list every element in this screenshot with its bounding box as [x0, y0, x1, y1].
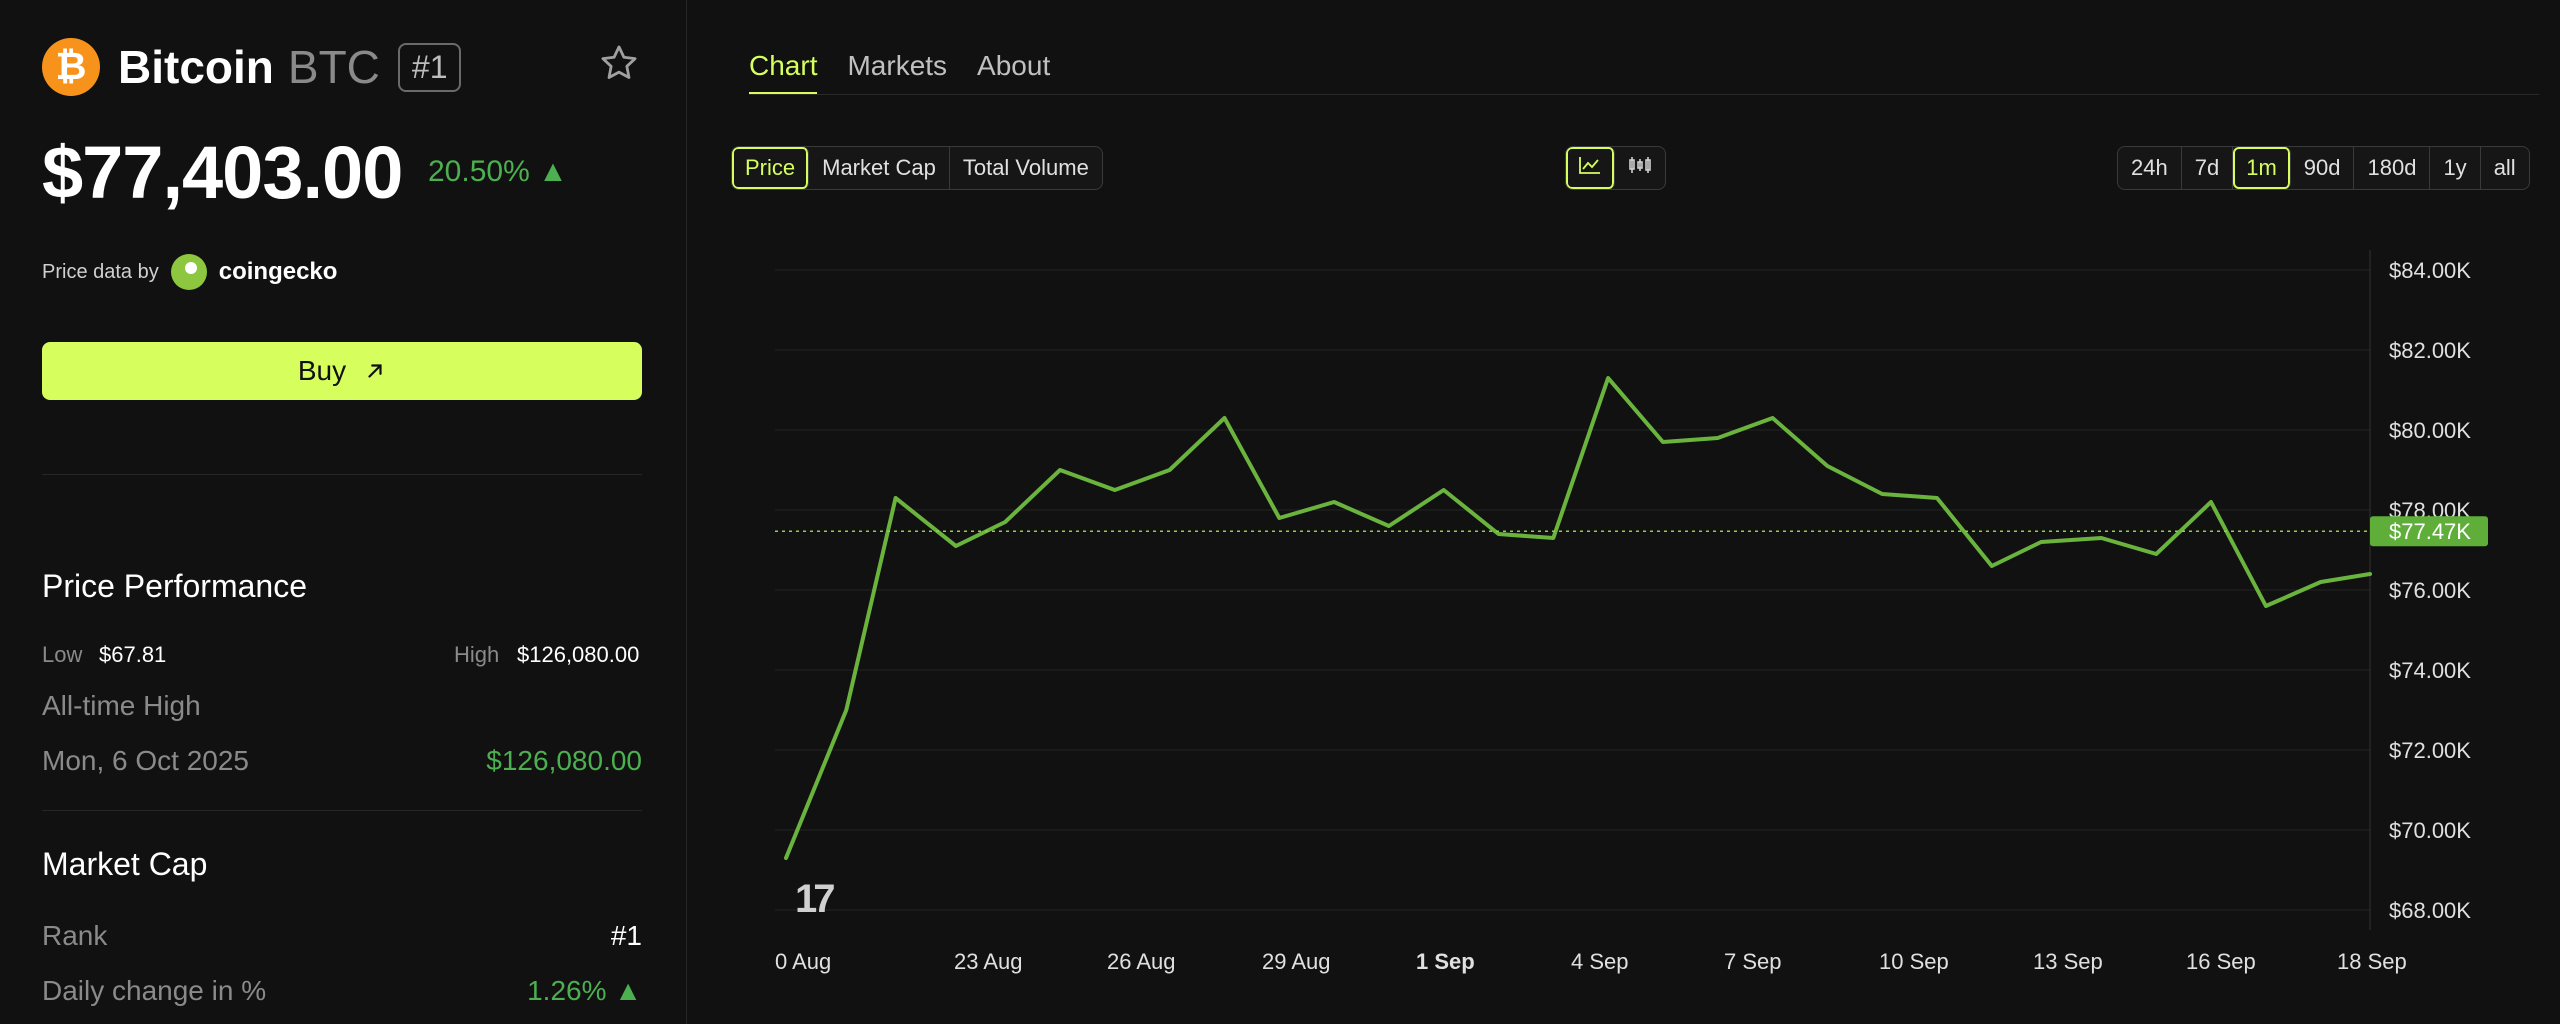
x-axis-tick-label: 29 Aug — [1262, 949, 1331, 974]
ath-value: $126,080.00 — [486, 745, 642, 776]
x-axis-tick-label: 23 Aug — [954, 949, 1023, 974]
y-axis-tick-label: $84.00K — [2389, 258, 2471, 283]
daily-change-label: Daily change in % — [42, 975, 267, 1006]
x-axis-tick-label: 10 Sep — [1879, 949, 1949, 974]
ath-label: All-time High — [42, 690, 201, 721]
rank-label: Rank — [42, 920, 108, 951]
chart-panel: Chart Markets About Price Market Cap Tot… — [687, 0, 2560, 1024]
rank-badge: #1 — [397, 42, 462, 92]
coin-header: ₿ Bitcoin BTC #1 — [42, 38, 462, 96]
price-area-fill — [786, 378, 2370, 858]
price-performance-title: Price Performance — [42, 568, 307, 604]
y-axis-tick-label: $70.00K — [2389, 818, 2471, 843]
price-chart[interactable]: #6ab43e" stop-opacity="0.28"/>$84.00K$82… — [687, 0, 2560, 1024]
y-axis-tick-label: $80.00K — [2389, 418, 2471, 443]
rank-value: #1 — [610, 920, 642, 951]
x-axis-tick-label: 7 Sep — [1724, 949, 1782, 974]
price-change-badge: 20.50% ▲ — [428, 155, 568, 188]
x-axis-tick-label: 26 Aug — [1107, 949, 1176, 974]
y-axis-tick-label: $72.00K — [2389, 738, 2471, 763]
price-data-attribution: Price data by coingecko — [42, 254, 337, 290]
ath-date: Mon, 6 Oct 2025 — [42, 745, 250, 776]
x-axis-tick-label: 13 Sep — [2033, 949, 2103, 974]
x-axis-tick-label: 18 Sep — [2337, 949, 2407, 974]
x-axis-tick-label: 16 Sep — [2186, 949, 2256, 974]
x-axis-tick-label: 0 Aug — [775, 949, 831, 974]
y-axis-tick-label: $82.00K — [2389, 338, 2471, 363]
arrow-up-right-icon — [368, 364, 382, 378]
coingecko-logo-icon — [170, 254, 207, 290]
coin-name: Bitcoin — [118, 41, 274, 93]
coin-info-panel: ₿ Bitcoin BTC #1 $77,403.00 20.50% ▲ Pri… — [0, 0, 687, 1024]
current-price-label: $77.47K — [2389, 519, 2471, 544]
tradingview-watermark-icon: 17 — [795, 877, 834, 921]
buy-button-label: Buy — [297, 355, 347, 386]
current-price: $77,403.00 — [42, 131, 403, 214]
divider — [42, 474, 642, 475]
x-axis-tick-label: 1 Sep — [1416, 949, 1475, 974]
star-icon[interactable] — [598, 42, 640, 84]
provider-name[interactable]: coingecko — [219, 258, 338, 286]
coin-symbol: BTC — [287, 41, 380, 93]
y-axis-tick-label: $68.00K — [2389, 898, 2471, 923]
high-value: $126,080.00 — [517, 642, 640, 667]
market-cap-title: Market Cap — [42, 846, 208, 882]
divider — [42, 810, 642, 811]
bitcoin-logo-icon: ₿ — [42, 38, 100, 96]
high-label: High — [454, 642, 500, 667]
daily-change-value: 1.26% ▲ — [527, 975, 642, 1006]
low-label: Low — [42, 642, 83, 667]
x-axis-tick-label: 4 Sep — [1571, 949, 1629, 974]
low-value: $67.81 — [99, 642, 167, 667]
y-axis-tick-label: $76.00K — [2389, 578, 2471, 603]
y-axis-tick-label: $74.00K — [2389, 658, 2471, 683]
price-data-label: Price data by — [42, 260, 159, 283]
buy-button[interactable]: Buy — [42, 342, 642, 400]
price-line[interactable] — [784, 376, 2372, 860]
